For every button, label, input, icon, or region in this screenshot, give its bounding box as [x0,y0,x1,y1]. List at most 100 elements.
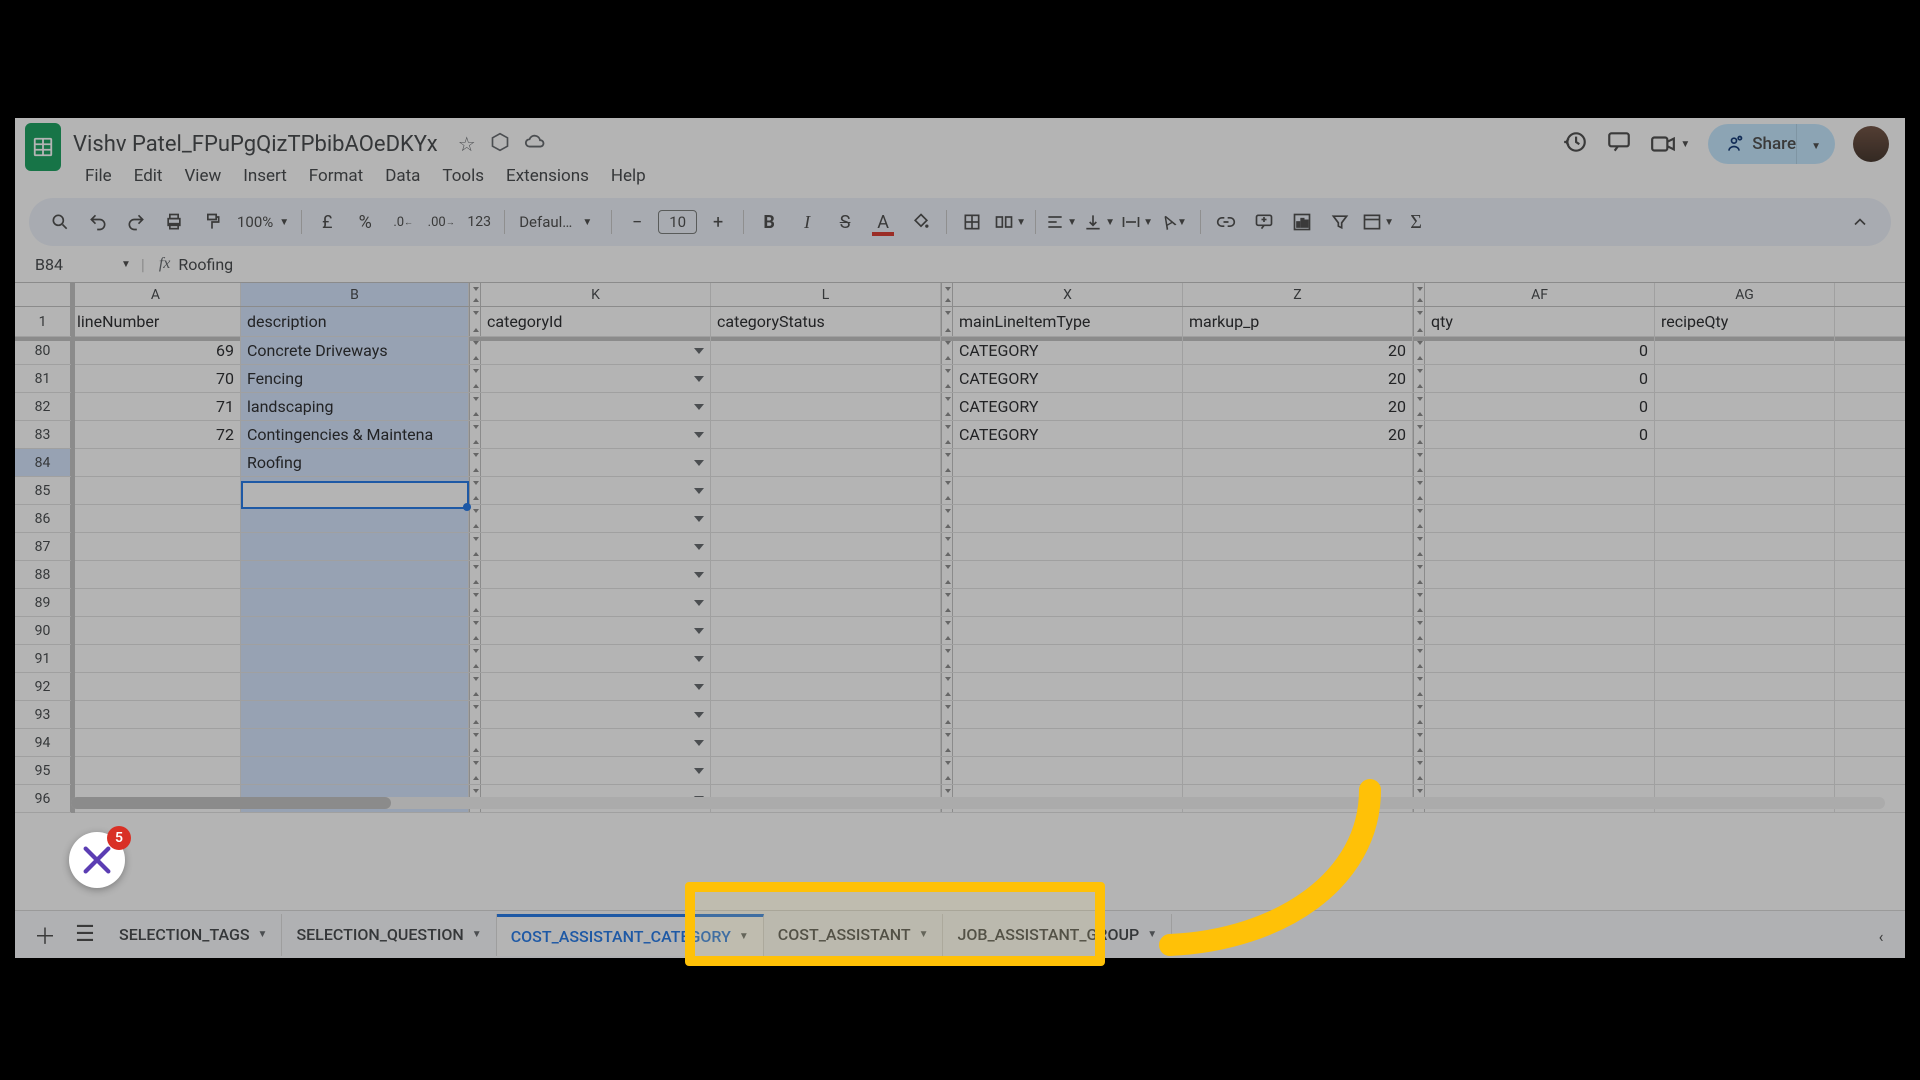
tab-menu-icon[interactable]: ▼ [1147,929,1157,940]
col-header-Z[interactable]: Z [1183,283,1413,306]
cell[interactable] [953,645,1183,672]
cell[interactable] [1183,505,1413,532]
cell-dropdown[interactable] [481,701,711,728]
cell-header[interactable]: markup_p [1183,307,1413,336]
hidden-columns-indicator[interactable] [1413,283,1425,306]
cell[interactable] [1425,645,1655,672]
col-header-B[interactable]: B [241,283,469,306]
row-header[interactable]: 89 [15,589,71,616]
cell[interactable]: 20 [1183,421,1413,448]
font-size-input[interactable]: 10 [658,210,697,234]
cell[interactable]: Contingencies & Maintena [241,421,469,448]
cell[interactable] [711,533,941,560]
merge-button[interactable]: ▼ [993,205,1027,239]
cell[interactable] [711,701,941,728]
rotate-button[interactable]: A▼ [1158,205,1192,239]
col-header-A[interactable]: A [71,283,241,306]
cell[interactable]: Concrete Driveways [241,337,469,364]
cell[interactable] [1655,505,1835,532]
cell-header[interactable]: qty [1425,307,1655,336]
decrease-font-button[interactable]: − [620,205,654,239]
print-icon[interactable] [157,205,191,239]
chart-button[interactable] [1285,205,1319,239]
col-header-AG[interactable]: AG [1655,283,1835,306]
menu-insert[interactable]: Insert [233,162,297,190]
cell[interactable]: 69 [71,337,241,364]
row-header[interactable]: 86 [15,505,71,532]
meet-icon[interactable]: ▼ [1650,133,1690,155]
cell-dropdown[interactable] [481,673,711,700]
cell[interactable] [1183,449,1413,476]
cell[interactable] [711,477,941,504]
row-header[interactable]: 91 [15,645,71,672]
col-header-L[interactable]: L [711,283,941,306]
cell-dropdown[interactable] [481,421,711,448]
increase-decimal-button[interactable]: .00→ [424,205,458,239]
decrease-decimal-button[interactable]: .0← [386,205,420,239]
cell[interactable] [953,701,1183,728]
cell[interactable] [1655,645,1835,672]
cell-dropdown[interactable] [481,505,711,532]
cell[interactable] [953,617,1183,644]
collapse-toolbar-icon[interactable] [1843,205,1877,239]
cell[interactable] [241,673,469,700]
tab-menu-icon[interactable]: ▼ [472,929,482,940]
cell-dropdown[interactable] [481,645,711,672]
row-header[interactable]: 95 [15,757,71,784]
extension-badge[interactable]: 5 [69,832,125,888]
cell[interactable]: 0 [1425,337,1655,364]
cell[interactable] [1655,533,1835,560]
add-sheet-button[interactable]: ＋ [25,915,65,955]
cell-dropdown[interactable] [481,561,711,588]
name-box[interactable]: B84 [29,253,121,276]
row-header[interactable]: 85 [15,477,71,504]
cell-header[interactable]: mainLineItemType [953,307,1183,336]
cell[interactable] [1425,589,1655,616]
cell[interactable] [953,589,1183,616]
cell[interactable] [1183,561,1413,588]
cell-header[interactable]: recipeQty [1655,307,1835,336]
menu-data[interactable]: Data [375,162,430,190]
cell-header[interactable]: categoryStatus [711,307,941,336]
cell[interactable] [953,505,1183,532]
cell[interactable] [953,561,1183,588]
cell[interactable] [711,393,941,420]
cell[interactable] [953,533,1183,560]
cell[interactable] [711,505,941,532]
cell-dropdown[interactable] [481,589,711,616]
cell[interactable] [1183,673,1413,700]
cell[interactable] [1183,617,1413,644]
row-header[interactable]: 81 [15,365,71,392]
cell[interactable] [1425,449,1655,476]
cell[interactable] [1655,365,1835,392]
cell[interactable] [711,561,941,588]
all-sheets-button[interactable]: ☰ [65,915,105,955]
cell-dropdown[interactable] [481,729,711,756]
cell[interactable]: 20 [1183,393,1413,420]
cell-dropdown[interactable] [481,449,711,476]
sheet-tab[interactable]: COST_ASSISTANT_CATEGORY▼ [497,914,764,956]
sheet-tab[interactable]: COST_ASSISTANT▼ [764,914,944,956]
fill-color-button[interactable] [904,205,938,239]
scrollbar-thumb[interactable] [71,797,391,809]
hidden-columns-indicator[interactable] [941,283,953,306]
select-all-corner[interactable] [15,283,71,306]
cell[interactable] [71,757,241,784]
cell[interactable] [71,617,241,644]
account-avatar[interactable] [1853,126,1889,162]
cell[interactable]: 20 [1183,365,1413,392]
cell[interactable] [241,589,469,616]
cell-dropdown[interactable] [481,757,711,784]
row-header[interactable]: 87 [15,533,71,560]
cell[interactable]: 0 [1425,365,1655,392]
cell[interactable] [71,701,241,728]
cell[interactable] [1655,337,1835,364]
cell[interactable] [1655,673,1835,700]
col-header-X[interactable]: X [953,283,1183,306]
cell[interactable] [1655,729,1835,756]
cell-dropdown[interactable] [481,365,711,392]
cell[interactable]: Fencing [241,365,469,392]
cell[interactable] [241,477,469,504]
cell[interactable]: CATEGORY [953,337,1183,364]
row-header[interactable]: 1 [15,307,71,336]
